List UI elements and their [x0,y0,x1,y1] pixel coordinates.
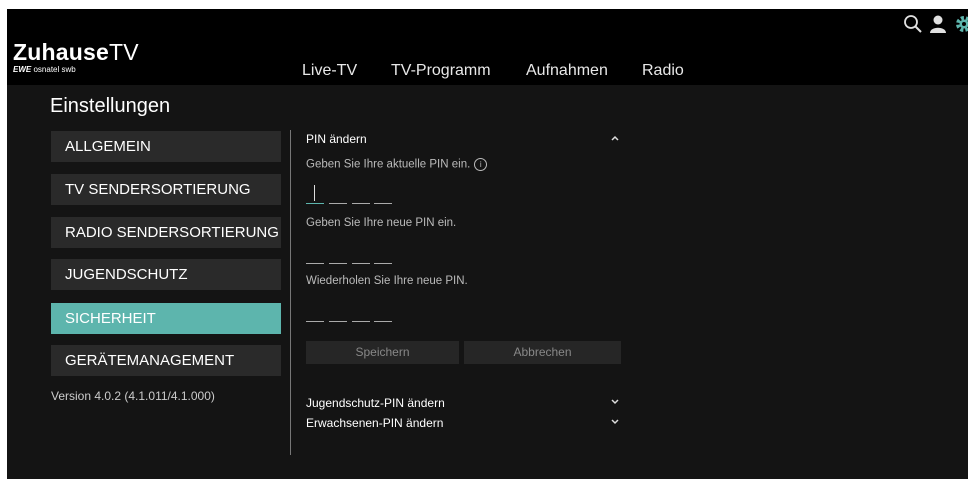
settings-menu-geraetemanagement[interactable]: GERÄTEMANAGEMENT [51,345,281,376]
youth-pin-section-header[interactable]: Jugendschutz-PIN ändern [306,396,445,410]
pin-digit-slot[interactable] [374,203,392,204]
pin-digit-slot[interactable] [374,263,392,264]
chevron-down-icon[interactable] [610,398,620,406]
pin-digit-slot[interactable] [306,203,324,204]
version-label: Version 4.0.2 (4.1.011/4.1.000) [51,389,215,403]
chevron-up-icon[interactable] [610,134,620,142]
top-bar: ZuhauseTV EWE osnatel swb Live-TV TV-Pro… [7,9,968,85]
info-icon[interactable]: i [474,158,488,171]
pin-section-header[interactable]: PIN ändern [306,132,367,146]
repeat-pin-input[interactable] [306,302,394,322]
chevron-down-icon[interactable] [610,418,620,426]
settings-menu-radio-sendersortierung[interactable]: RADIO SENDERSORTIERUNG [51,217,281,248]
current-pin-prompt: Geben Sie Ihre aktuelle PIN ein. i [306,158,488,171]
save-button[interactable]: Speichern [306,341,459,364]
settings-menu-tv-sendersortierung[interactable]: TV SENDERSORTIERUNG [51,174,281,205]
new-pin-prompt: Geben Sie Ihre neue PIN ein. [306,217,457,229]
logo-partners: EWE osnatel swb [13,65,76,74]
settings-menu-jugendschutz[interactable]: JUGENDSCHUTZ [51,259,281,290]
nav-live-tv[interactable]: Live-TV [302,60,357,82]
settings-menu-allgemein[interactable]: ALLGEMEIN [51,131,281,162]
adult-pin-section-header[interactable]: Erwachsenen-PIN ändern [306,416,443,430]
logo-wordmark: ZuhauseTV [13,39,139,65]
pin-digit-slot[interactable] [329,203,347,204]
pin-digit-slot[interactable] [306,321,324,322]
pin-digit-slot[interactable] [352,263,370,264]
page-title: Einstellungen [50,95,171,117]
nav-aufnahmen[interactable]: Aufnahmen [526,60,608,82]
gear-icon[interactable] [954,14,968,34]
cancel-button[interactable]: Abbrechen [464,341,621,364]
settings-menu-sicherheit[interactable]: SICHERHEIT [51,303,281,334]
search-icon[interactable] [903,14,923,34]
pin-digit-slot[interactable] [374,321,392,322]
pin-digit-slot[interactable] [329,321,347,322]
nav-tv-programm[interactable]: TV-Programm [391,60,491,82]
repeat-pin-prompt: Wiederholen Sie Ihre neue PIN. [306,275,468,287]
panel-divider [290,130,291,455]
nav-radio[interactable]: Radio [642,60,684,82]
new-pin-input[interactable] [306,244,394,264]
user-icon[interactable] [928,14,948,34]
pin-digit-slot[interactable] [306,263,324,264]
pin-digit-slot[interactable] [329,263,347,264]
pin-digit-slot[interactable] [352,203,370,204]
pin-digit-slot[interactable] [352,321,370,322]
brand-logo[interactable]: ZuhauseTV EWE osnatel swb [13,40,139,75]
current-pin-input[interactable] [306,184,394,204]
app-window: ZuhauseTV EWE osnatel swb Live-TV TV-Pro… [7,9,968,479]
text-caret [314,185,315,201]
